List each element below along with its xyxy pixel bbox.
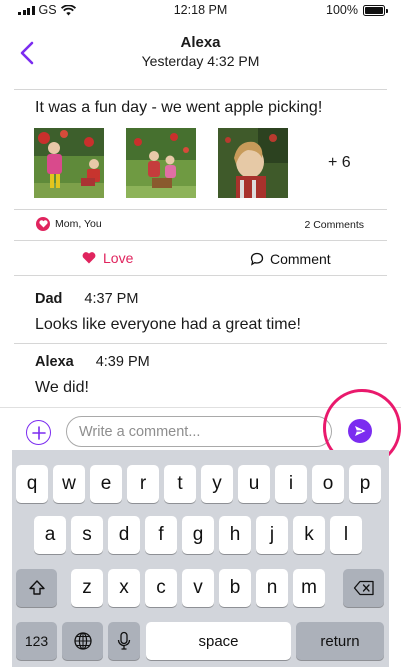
key-f[interactable]: f — [145, 516, 177, 554]
reaction-people: Mom, You — [55, 218, 102, 230]
numbers-key[interactable]: 123 — [16, 622, 57, 660]
key-s[interactable]: s — [71, 516, 103, 554]
plus-icon — [31, 425, 46, 440]
reactions-divider — [14, 240, 387, 241]
comment-author: Dad — [35, 291, 63, 307]
key-t[interactable]: t — [164, 465, 196, 503]
photo-thumbnail[interactable] — [218, 128, 288, 198]
heart-icon — [82, 252, 96, 264]
comment-body: We did! — [35, 379, 89, 396]
comment-divider — [14, 343, 387, 344]
love-button[interactable]: Love — [82, 250, 133, 266]
actions-divider — [14, 275, 387, 276]
status-right: 100% — [326, 3, 388, 17]
status-bar: GS 12:18 PM 100% — [0, 0, 401, 22]
key-n[interactable]: n — [256, 569, 288, 607]
comment-time: 4:37 PM — [84, 291, 139, 307]
key-o[interactable]: o — [312, 465, 344, 503]
key-a[interactable]: a — [34, 516, 66, 554]
reactions-summary[interactable]: Mom, You — [36, 217, 102, 231]
comment-label: Comment — [270, 251, 331, 267]
battery-percent: 100% — [326, 3, 358, 17]
conversation-timestamp: Yesterday 4:32 PM — [141, 53, 260, 69]
comments-count[interactable]: 2 Comments — [304, 219, 364, 231]
battery-icon — [363, 4, 388, 16]
photo-strip: + 6 — [34, 128, 351, 198]
space-key[interactable]: space — [146, 622, 291, 660]
more-photos-count[interactable]: + 6 — [328, 154, 351, 172]
key-m[interactable]: m — [293, 569, 325, 607]
post-divider — [14, 209, 387, 210]
photo-thumbnail[interactable] — [126, 128, 196, 198]
key-k[interactable]: k — [293, 516, 325, 554]
header: Alexa Yesterday 4:32 PM — [0, 28, 401, 90]
post-text: It was a fun day - we went apple picking… — [35, 99, 323, 116]
shift-key[interactable] — [16, 569, 57, 607]
love-label: Love — [103, 250, 134, 266]
key-w[interactable]: w — [53, 465, 85, 503]
add-attachment-button[interactable] — [26, 420, 51, 445]
comment-item: Dad 4:37 PM Looks like everyone had a gr… — [35, 291, 301, 334]
speech-bubble-icon — [250, 252, 264, 266]
comment-time: 4:39 PM — [95, 354, 150, 370]
key-p[interactable]: p — [349, 465, 381, 503]
photo-thumbnail[interactable] — [34, 128, 104, 198]
send-arrow-icon — [355, 426, 366, 436]
microphone-icon — [117, 631, 131, 650]
key-r[interactable]: r — [127, 465, 159, 503]
globe-key[interactable] — [62, 622, 103, 660]
return-key[interactable]: return — [296, 622, 384, 660]
send-button[interactable] — [348, 419, 372, 443]
key-v[interactable]: v — [182, 569, 214, 607]
delete-key[interactable] — [343, 569, 384, 607]
key-q[interactable]: q — [16, 465, 48, 503]
key-b[interactable]: b — [219, 569, 251, 607]
backspace-icon — [353, 580, 374, 596]
conversation-title: Alexa — [180, 34, 221, 51]
heart-icon — [36, 217, 50, 231]
comment-author: Alexa — [35, 354, 74, 370]
key-e[interactable]: e — [90, 465, 122, 503]
shift-arrow-icon — [28, 580, 45, 595]
microphone-key[interactable] — [108, 622, 140, 660]
key-l[interactable]: l — [330, 516, 362, 554]
key-j[interactable]: j — [256, 516, 288, 554]
header-divider — [14, 89, 387, 90]
comment-item: Alexa 4:39 PM We did! — [35, 354, 150, 397]
key-c[interactable]: c — [145, 569, 177, 607]
key-z[interactable]: z — [71, 569, 103, 607]
key-g[interactable]: g — [182, 516, 214, 554]
keyboard: q w e r t y u i o p a s d f g h j k l z … — [12, 450, 389, 667]
comment-body: Looks like everyone had a great time! — [35, 316, 301, 333]
globe-icon — [73, 632, 92, 650]
comment-button[interactable]: Comment — [250, 251, 331, 267]
key-i[interactable]: i — [275, 465, 307, 503]
key-d[interactable]: d — [108, 516, 140, 554]
key-x[interactable]: x — [108, 569, 140, 607]
comment-input[interactable] — [66, 416, 332, 447]
key-h[interactable]: h — [219, 516, 251, 554]
key-y[interactable]: y — [201, 465, 233, 503]
key-u[interactable]: u — [238, 465, 270, 503]
